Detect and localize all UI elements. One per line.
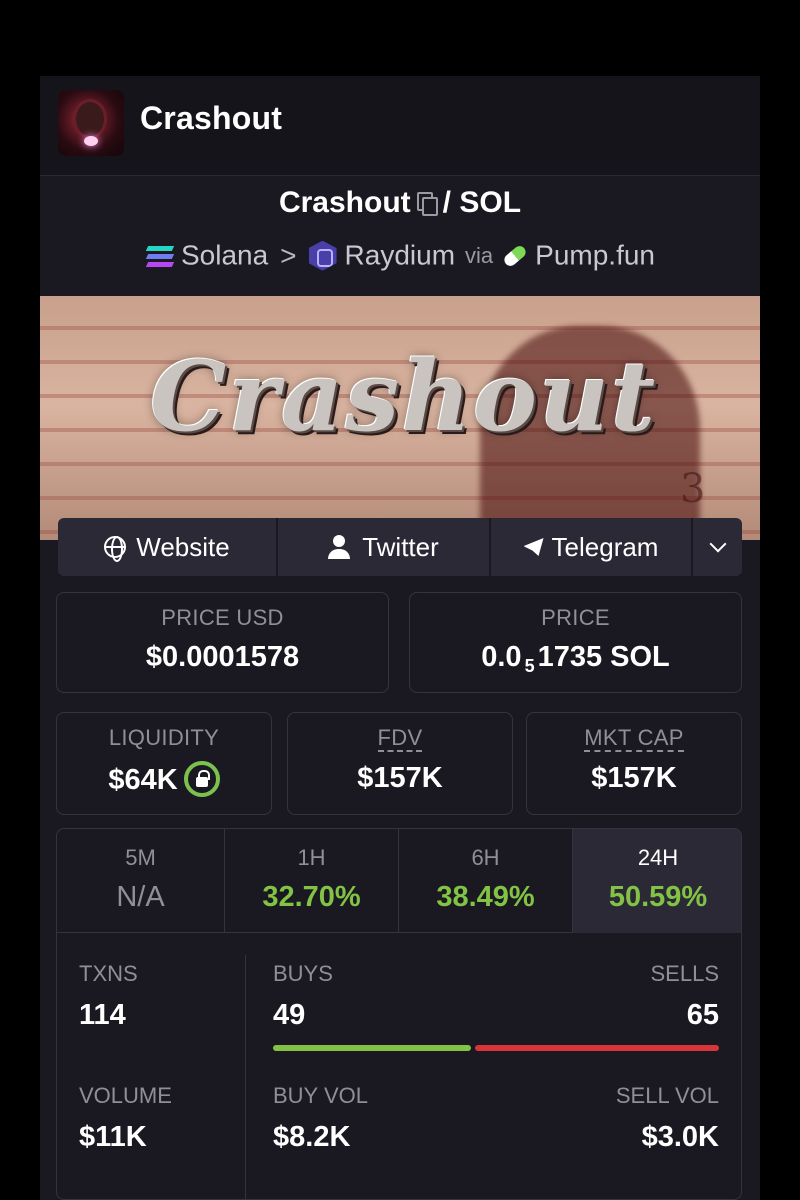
fdv-card: FDV $157K: [287, 712, 513, 815]
sell-volume-value: $3.0K: [641, 1121, 719, 1153]
volume-label: VOLUME: [79, 1083, 172, 1108]
telegram-icon: [523, 538, 544, 556]
buys-label: BUYS: [273, 961, 333, 986]
txns-label: TXNS: [79, 961, 138, 986]
tab-5m-value: N/A: [116, 881, 165, 913]
solana-icon: [145, 244, 175, 268]
token-avatar: [58, 90, 124, 156]
twitter-label: Twitter: [362, 531, 439, 562]
telegram-button[interactable]: Telegram: [491, 518, 693, 576]
price-prefix: 0.0: [481, 641, 522, 673]
chain-breadcrumb: Solana > Raydium via Pump.fun: [40, 238, 760, 272]
volume-value: $11K: [79, 1121, 147, 1153]
website-button[interactable]: Website: [58, 518, 278, 576]
price-usd-value: $0.0001578: [145, 641, 300, 673]
price-sol-card: PRICE 0.0 5 1735 SOL: [409, 592, 742, 693]
price-label: PRICE: [541, 605, 610, 630]
copy-icon[interactable]: [416, 192, 438, 216]
transactions-panel: TXNS 114 BUYS 49 SELLS 65 VOLUME $11K BU…: [57, 933, 741, 1199]
twitter-button[interactable]: Twitter: [278, 518, 491, 576]
banner-corner-mark: 3: [680, 466, 706, 512]
market-cap-card: MKT CAP $157K: [526, 712, 742, 815]
buy-volume-label: BUY VOL: [273, 1083, 368, 1108]
market-cap-value: $157K: [591, 762, 677, 794]
tab-24h[interactable]: 24H 50.59%: [573, 829, 741, 933]
banner-logo-text: Crashout: [150, 340, 658, 453]
tab-6h-label: 6H: [471, 845, 500, 870]
avatar-face: [76, 102, 104, 136]
buy-volume-value: $8.2K: [273, 1121, 351, 1153]
column-divider: [245, 955, 246, 1199]
pair-quote: SOL: [459, 186, 522, 219]
liquidity-value: $64K: [108, 764, 178, 796]
liquidity-label: LIQUIDITY: [108, 725, 220, 750]
price-usd-card: PRICE USD $0.0001578: [56, 592, 389, 693]
tab-5m[interactable]: 5M N/A: [57, 829, 225, 933]
chain-launchpad[interactable]: Pump.fun: [535, 240, 655, 271]
sell-ratio-bar: [475, 1045, 719, 1051]
via-label: via: [465, 242, 494, 268]
sells-label: SELLS: [650, 961, 720, 986]
price-usd-label: PRICE USD: [161, 605, 284, 630]
token-header: Crashout: [40, 76, 760, 176]
liquidity-value-row: $64K: [57, 761, 271, 797]
chevron-down-icon: [709, 535, 726, 553]
tab-24h-label: 24H: [637, 845, 679, 870]
pair-name: Crashout / SOL: [40, 186, 760, 220]
more-links-button[interactable]: [693, 518, 742, 576]
lock-icon[interactable]: [183, 761, 220, 797]
txns-value: 114: [79, 999, 126, 1031]
sells-value: 65: [686, 999, 719, 1031]
tab-24h-value: 50.59%: [608, 881, 708, 913]
tab-5m-label: 5M: [125, 845, 156, 870]
fdv-label[interactable]: FDV: [377, 727, 423, 752]
pair-separator: /: [442, 186, 451, 219]
timeframe-tabs: 5M N/A 1H 32.70% 6H 38.49% 24H 50.59%: [57, 829, 741, 933]
buy-ratio-bar: [273, 1045, 471, 1051]
sell-volume-label: SELL VOL: [615, 1083, 719, 1108]
fdv-value: $157K: [357, 762, 443, 794]
pair-base: Crashout: [278, 186, 411, 219]
user-icon: [328, 535, 351, 559]
tab-1h-value: 32.70%: [262, 881, 361, 913]
tab-1h-label: 1H: [297, 845, 326, 870]
social-links: Website Twitter Telegram: [58, 518, 742, 576]
price-sol-value: 0.0 5 1735 SOL: [410, 641, 741, 677]
pumpfun-icon: [502, 243, 529, 268]
token-banner: Crashout 3: [40, 296, 760, 540]
raydium-icon: [308, 240, 337, 271]
tab-1h[interactable]: 1H 32.70%: [225, 829, 399, 933]
chain-network[interactable]: Solana: [181, 240, 268, 271]
chevron-right-icon: >: [280, 239, 297, 271]
avatar-glow: [84, 136, 98, 146]
liquidity-card: LIQUIDITY $64K: [56, 712, 272, 815]
tab-6h[interactable]: 6H 38.49%: [399, 829, 573, 933]
buys-value: 49: [273, 999, 306, 1031]
token-panel: Crashout Crashout / SOL Solana > Raydium via…: [40, 76, 760, 1200]
token-title: Crashout: [140, 100, 283, 136]
website-label: Website: [136, 531, 230, 562]
globe-icon: [104, 536, 127, 562]
trading-stats: 5M N/A 1H 32.70% 6H 38.49% 24H 50.59% TX…: [56, 828, 742, 1200]
market-cap-label[interactable]: MKT CAP: [584, 727, 684, 752]
price-zero-count: 5: [524, 656, 535, 676]
price-suffix: 1735 SOL: [537, 641, 670, 673]
chain-dex[interactable]: Raydium: [345, 240, 455, 271]
tab-6h-value: 38.49%: [436, 881, 535, 913]
telegram-label: Telegram: [551, 531, 659, 562]
